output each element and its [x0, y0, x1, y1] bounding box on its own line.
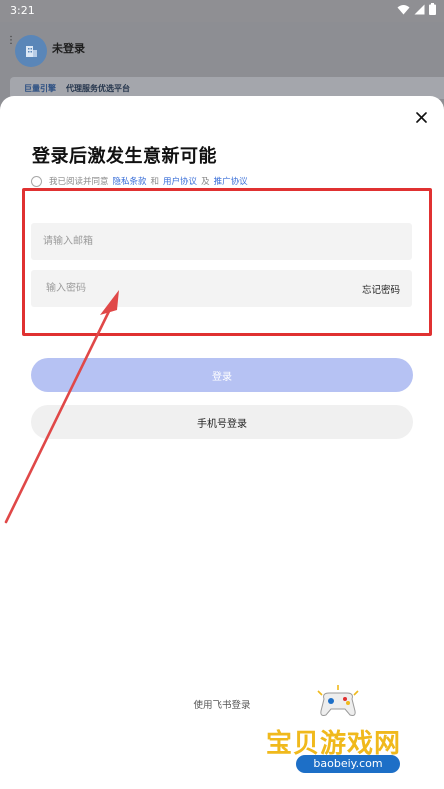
brand-logo: 巨量引擎 [24, 83, 56, 93]
password-field-container: 忘记密码 [31, 270, 412, 307]
privacy-policy-link[interactable]: 隐私条款 [113, 175, 147, 187]
avatar [15, 35, 47, 67]
building-icon [26, 46, 37, 57]
phone-login-button[interactable]: 手机号登录 [31, 405, 413, 439]
forgot-password-link[interactable]: 忘记密码 [362, 282, 400, 296]
username: 未登录 [52, 42, 85, 55]
agreement-text: 我已阅读并同意 [49, 177, 109, 187]
close-button[interactable] [410, 106, 432, 128]
watermark-url: baobeiy.com [296, 755, 400, 773]
status-icons [397, 3, 436, 15]
gamepad-icon [317, 685, 359, 716]
user-agreement-link[interactable]: 用户协议 [163, 175, 197, 187]
agreement-checkbox[interactable] [31, 175, 42, 187]
battery-icon [429, 3, 436, 15]
email-field[interactable] [41, 235, 335, 248]
status-time: 3:21 [10, 4, 35, 17]
email-field-container [31, 223, 412, 260]
page-title: 登录后激发生意新可能 [32, 146, 217, 167]
promotion-agreement-link[interactable]: 推广协议 [214, 175, 248, 187]
close-icon [415, 111, 427, 123]
watermark: 宝贝游戏网 baobeiy.com [266, 685, 416, 777]
agreement-conjunction-2: 及 [201, 177, 210, 187]
banner-text: 代理服务优选平台 [66, 83, 130, 93]
signal-icon [414, 4, 425, 14]
more-dots-icon: ⋮ [6, 35, 16, 46]
status-bar: 3:21 [0, 0, 444, 22]
agreement-row: 我已阅读并同意 隐私条款 和 用户协议 及 推广协议 [31, 175, 248, 187]
agreement-conjunction: 和 [150, 177, 160, 187]
background-app: ⋮ 未登录 巨量引擎 代理服务优选平台 [0, 22, 444, 102]
password-field[interactable] [44, 282, 338, 295]
wifi-icon [397, 4, 410, 14]
login-button[interactable]: 登录 [31, 358, 413, 392]
